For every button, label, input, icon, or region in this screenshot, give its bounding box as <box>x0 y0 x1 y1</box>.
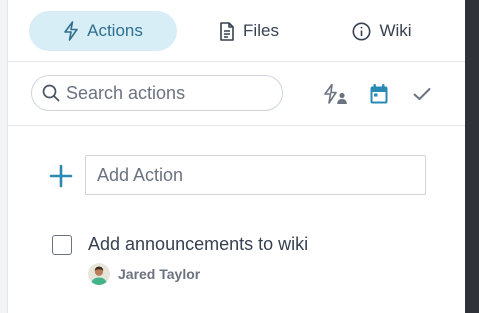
avatar <box>88 263 110 285</box>
assigned-to-me-filter-button[interactable] <box>322 82 348 106</box>
tab-wiki[interactable]: Wiki <box>342 11 422 51</box>
action-checkbox[interactable] <box>52 235 72 255</box>
add-action-row <box>8 155 465 195</box>
left-pane-edge <box>0 0 8 313</box>
document-icon <box>219 21 235 41</box>
right-pane-edge <box>465 0 479 313</box>
calendar-icon <box>370 84 388 104</box>
info-icon <box>352 22 371 41</box>
actions-toolbar <box>8 62 465 126</box>
search-input[interactable] <box>66 82 266 104</box>
action-item: Add announcements to wiki Jared Taylor <box>8 230 465 290</box>
tab-files-label: Files <box>243 21 279 40</box>
search-icon <box>42 84 60 102</box>
plus-icon <box>49 164 73 188</box>
assignee-name: Jared Taylor <box>118 266 201 282</box>
search-box[interactable] <box>31 75 283 111</box>
add-action-button[interactable] <box>48 163 74 189</box>
add-action-input[interactable] <box>85 155 426 195</box>
tab-actions-label: Actions <box>87 21 143 40</box>
completed-filter-button[interactable] <box>409 82 435 106</box>
tab-wiki-label: Wiki <box>379 21 412 40</box>
checkmark-icon <box>413 88 431 100</box>
tab-actions[interactable]: Actions <box>29 11 177 51</box>
action-assignee: Jared Taylor <box>88 263 200 285</box>
tab-files[interactable]: Files <box>204 11 294 51</box>
tab-bar: Actions Files Wiki <box>8 0 465 62</box>
lightning-icon <box>63 21 79 41</box>
due-date-filter-button[interactable] <box>366 82 392 106</box>
actions-panel: Actions Files Wiki Search actions Add Ac… <box>8 0 465 313</box>
action-title[interactable]: Add announcements to wiki <box>88 234 308 255</box>
assigned-to-me-icon <box>324 83 347 104</box>
